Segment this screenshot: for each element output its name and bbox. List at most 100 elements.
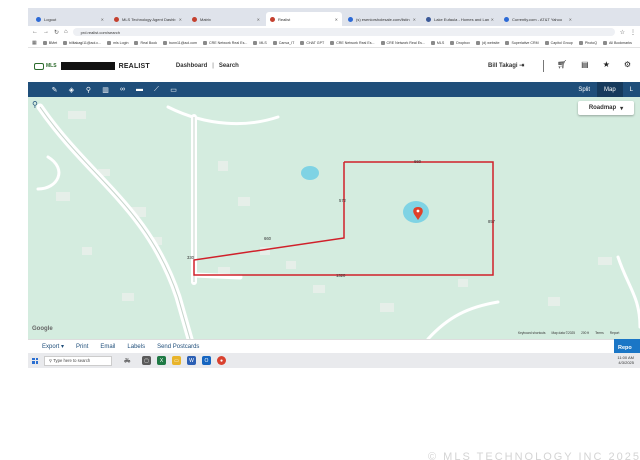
browser-tab[interactable]: Logout ✕	[32, 12, 108, 26]
split-view-button[interactable]: Split	[571, 82, 597, 97]
bookmark-icon	[42, 40, 47, 45]
taskbar-search-input[interactable]: ⚲ Type here to search	[44, 355, 112, 366]
bookmark[interactable]: Real Book	[134, 40, 157, 45]
star-icon[interactable]: ★	[603, 60, 610, 69]
bookmark[interactable]: CHAT GPT	[300, 40, 324, 45]
bookmark[interactable]: billtakagi11@aol.c...	[63, 40, 101, 45]
send-postcards-button[interactable]: Send Postcards	[157, 344, 199, 350]
browser-tab[interactable]: Currently.com - AT&T Yahoo ✕	[500, 12, 576, 26]
close-icon[interactable]: ✕	[413, 17, 416, 22]
measure-left: 330	[187, 255, 194, 260]
apps-icon[interactable]: ▦	[32, 40, 37, 46]
favicon	[192, 16, 197, 22]
layers-icon[interactable]: ◈	[63, 82, 80, 97]
bookmark[interactable]: PhotoQ	[578, 40, 597, 45]
nav-dashboard[interactable]: Dashboard	[176, 63, 207, 69]
bookmark[interactable]: Capitol Group	[544, 40, 573, 45]
back-icon[interactable]: ←	[32, 29, 38, 35]
binoculars-icon[interactable]: ∞	[114, 82, 131, 97]
bike-icon[interactable]: 🚲︎	[118, 356, 136, 365]
browser-tab-active[interactable]: Realist ✕	[266, 12, 342, 26]
map-type-dropdown[interactable]: Roadmap ▾	[578, 101, 634, 115]
action-bar: Export ▾ Print Email Labels Send Postcar…	[28, 339, 640, 353]
header-icons: 🛒︎ ▤ ★ ⚙	[557, 60, 631, 69]
reload-icon[interactable]: ↻	[54, 29, 59, 36]
bookmark[interactable]: (d) website	[475, 40, 499, 45]
map-canvas[interactable]: 660 857 572 660 1320 330 ⚲ Roadmap ▾ Goog…	[28, 97, 640, 339]
folder-icon	[603, 40, 607, 45]
bookmark[interactable]: bunn11@aol.com	[163, 40, 197, 45]
browser-tab[interactable]: Lake Eufaula - Homes and Lan ✕	[422, 12, 498, 26]
browser-tab[interactable]: MLS Technology Agent Dashb ✕	[110, 12, 186, 26]
gear-icon[interactable]: ⚙	[624, 60, 631, 69]
bookmark[interactable]: CRE Network Real Es...	[330, 40, 375, 45]
bookmark[interactable]: Dropbox	[450, 40, 470, 45]
bookmark[interactable]: mls Login	[107, 40, 128, 45]
word-icon[interactable]: W	[187, 356, 196, 365]
ruler-icon[interactable]: ⟋	[148, 82, 165, 97]
pencil-icon[interactable]: ✎	[46, 82, 63, 97]
file-explorer-icon[interactable]: ▭	[172, 356, 181, 365]
mls-logo: MLS	[34, 62, 57, 70]
browser-tab-strip: Logout ✕ MLS Technology Agent Dashb ✕ Matr…	[28, 8, 640, 26]
system-tray[interactable]: 11:00 AM 4/3/2025	[617, 355, 634, 365]
app-header: MLS REALIST Dashboard | Search Bill Taka…	[28, 50, 640, 82]
browser-tab[interactable]: (s) eseniorsholesale.com/listin ✕	[344, 12, 420, 26]
bookmark[interactable]: Superlative CRM	[505, 40, 539, 45]
keyboard-shortcuts-link[interactable]: Keyboard shortcuts	[518, 331, 545, 335]
close-icon[interactable]: ✕	[491, 17, 494, 22]
close-icon[interactable]: ✕	[335, 17, 338, 22]
bookmark[interactable]: CRE Network Real Es...	[380, 40, 425, 45]
bookmark[interactable]: BMet	[42, 40, 57, 45]
car-icon[interactable]: ▬	[131, 82, 148, 97]
forward-icon[interactable]: →	[43, 29, 49, 35]
star-bookmark-icon[interactable]: ☆	[620, 29, 625, 36]
bookmark[interactable]: Canva_IT	[272, 40, 294, 45]
close-icon[interactable]: ✕	[101, 17, 104, 22]
chart-icon[interactable]: ▥	[97, 82, 114, 97]
browser-tab[interactable]: Matrix ✕	[188, 12, 264, 26]
header-divider	[543, 60, 544, 72]
task-view-icon[interactable]: ▢	[142, 356, 151, 365]
bookmark[interactable]: All Bookmarks	[603, 40, 632, 45]
print-button[interactable]: Print	[76, 344, 88, 350]
favicon	[36, 16, 41, 22]
pin-icon[interactable]: ⚲	[80, 82, 97, 97]
cart-icon[interactable]: 🛒︎	[557, 60, 567, 69]
chrome-icon[interactable]: ●	[217, 356, 226, 365]
screenshot: Logout ✕ MLS Technology Agent Dashb ✕ Matr…	[28, 8, 640, 368]
bookmark[interactable]: CRE Network Real Es...	[203, 40, 247, 45]
home-icon[interactable]: ⌂	[64, 29, 68, 35]
measure-bottom: 1320	[336, 273, 346, 278]
redacted-block	[60, 62, 115, 70]
terms-link[interactable]: Terms	[595, 331, 604, 335]
menu-icon[interactable]: ⋮	[630, 29, 636, 36]
search-icon[interactable]: ⚲	[32, 100, 38, 109]
measure-top: 660	[414, 159, 421, 164]
bookmark[interactable]: MLS	[430, 40, 444, 45]
excel-icon[interactable]: X	[157, 356, 166, 365]
report-link[interactable]: Report	[610, 331, 620, 335]
close-icon[interactable]: ✕	[179, 17, 182, 22]
nav-search[interactable]: Search	[219, 63, 239, 69]
export-button[interactable]: Export ▾	[42, 343, 64, 350]
nav-separator: |	[212, 63, 214, 69]
map-view-button[interactable]: Map	[596, 82, 623, 97]
bookmark-icon	[450, 40, 455, 45]
map-attribution: Keyboard shortcuts Map data ©2025 200 ft…	[518, 331, 619, 335]
user-menu[interactable]: Bill Takagi ⇥	[488, 62, 524, 69]
email-button[interactable]: Email	[100, 344, 115, 350]
logout-icon[interactable]: ⇥	[519, 63, 524, 69]
list-view-button[interactable]: L	[623, 82, 640, 97]
close-icon[interactable]: ✕	[569, 17, 572, 22]
document-icon[interactable]: ▤	[581, 60, 589, 69]
bookmark[interactable]: MLS	[253, 40, 267, 45]
comment-icon[interactable]: ▭	[165, 82, 182, 97]
labels-button[interactable]: Labels	[127, 344, 145, 350]
outlook-icon[interactable]: O	[202, 356, 211, 365]
close-icon[interactable]: ✕	[257, 17, 260, 22]
bookmark-icon	[107, 40, 112, 45]
bookmark-icon	[430, 40, 435, 45]
windows-start-icon[interactable]	[32, 357, 38, 364]
url-input[interactable]: prd.realist.com/search	[72, 28, 615, 36]
